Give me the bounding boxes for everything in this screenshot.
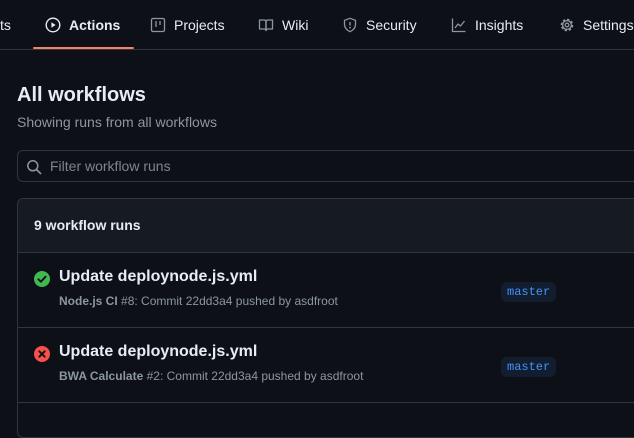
graph-icon — [451, 18, 466, 33]
run-title-link[interactable]: Update deploynode.js.yml — [59, 268, 257, 286]
run-row[interactable]: Update deploynode.js.yml BWA Calculate #… — [18, 328, 634, 403]
tab-projects-label: Projects — [174, 17, 225, 33]
active-tab-underline — [33, 47, 134, 49]
repo-nav-tabs: ts Actions Projects Wiki Security Insigh… — [0, 0, 634, 50]
runs-list-header: 9 workflow runs — [18, 199, 634, 253]
page-title: All workflows — [17, 84, 146, 106]
table-icon — [150, 17, 166, 33]
run-workflow-name: BWA Calculate — [59, 369, 144, 383]
tab-security[interactable]: Security — [342, 0, 417, 50]
success-check-icon — [34, 271, 50, 287]
workflow-runs-list: 9 workflow runs Update deploynode.js.yml… — [17, 198, 634, 438]
filter-runs-search — [17, 150, 634, 182]
branch-badge[interactable]: master — [501, 282, 557, 302]
run-workflow-name: Node.js CI — [59, 294, 118, 308]
run-number: #8 — [121, 294, 135, 308]
run-row[interactable]: Update deploynode.js.yml Node.js CI #8: … — [18, 253, 634, 328]
tab-projects[interactable]: Projects — [150, 0, 225, 50]
tab-code[interactable]: ts — [0, 0, 11, 50]
run-detail: : Commit 22dd3a4 pushed by asdfroot — [134, 294, 338, 308]
run-number: #2 — [146, 369, 160, 383]
run-title-link[interactable]: Update deploynode.js.yml — [59, 343, 257, 361]
page-subtitle: Showing runs from all workflows — [17, 114, 217, 130]
tab-settings-label: Settings — [583, 17, 634, 33]
tab-actions[interactable]: Actions — [45, 0, 120, 50]
tab-insights-label: Insights — [475, 17, 524, 33]
run-meta: BWA Calculate #2: Commit 22dd3a4 pushed … — [59, 369, 363, 383]
book-icon — [258, 19, 274, 32]
search-icon — [27, 160, 42, 175]
branch-badge[interactable]: master — [501, 357, 557, 377]
gear-icon — [560, 18, 574, 32]
filter-runs-input[interactable] — [50, 151, 630, 181]
shield-icon — [343, 17, 357, 33]
run-detail: : Commit 22dd3a4 pushed by asdfroot — [159, 369, 364, 383]
tab-wiki-label: Wiki — [282, 17, 309, 33]
tab-security-label: Security — [366, 17, 417, 33]
runs-count: 9 workflow runs — [34, 217, 141, 233]
play-icon — [45, 17, 61, 33]
tab-insights[interactable]: Insights — [451, 0, 523, 50]
tab-actions-label: Actions — [69, 17, 121, 33]
tab-settings[interactable]: Settings — [559, 0, 634, 50]
tab-wiki[interactable]: Wiki — [258, 0, 308, 50]
failure-x-icon — [34, 346, 50, 362]
run-meta: Node.js CI #8: Commit 22dd3a4 pushed by … — [59, 294, 338, 308]
tab-code-label: ts — [0, 17, 11, 33]
